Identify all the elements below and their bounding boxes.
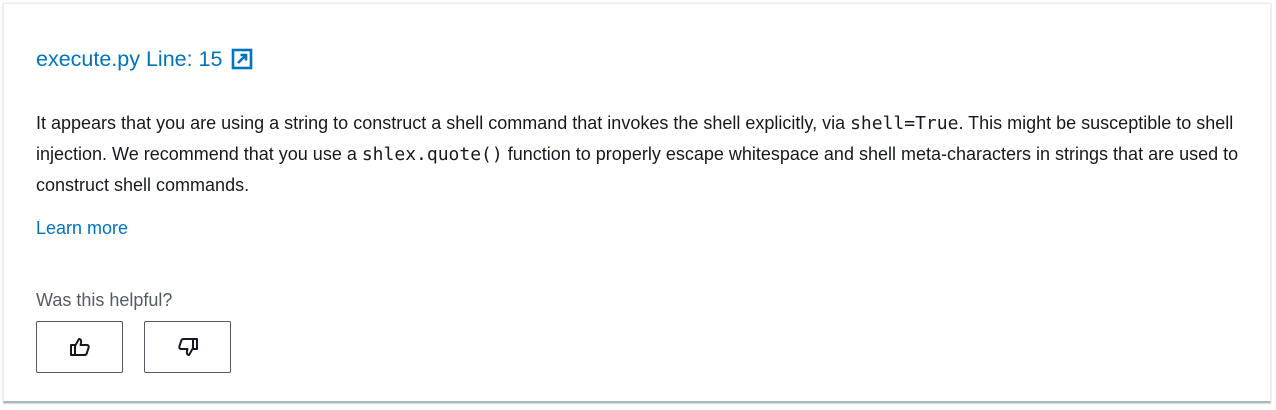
- finding-description: It appears that you are using a string t…: [36, 108, 1246, 201]
- finding-title-link[interactable]: execute.py Line: 15: [36, 45, 253, 73]
- thumbs-down-button[interactable]: [144, 321, 231, 373]
- finding-title: execute.py Line: 15: [36, 47, 223, 71]
- helpful-question: Was this helpful?: [36, 290, 173, 310]
- thumbs-down-icon: [177, 336, 199, 358]
- thumbs-up-button[interactable]: [36, 321, 123, 373]
- code-shell-true: shell=True: [850, 113, 959, 134]
- description-text-1: It appears that you are using a string t…: [36, 113, 851, 133]
- thumbs-up-icon: [69, 336, 91, 358]
- finding-card: execute.py Line: 15 It appears that you …: [3, 3, 1271, 403]
- code-shlex-quote: shlex.quote(): [361, 144, 503, 165]
- learn-more-link[interactable]: Learn more: [36, 215, 128, 241]
- external-link-icon: [231, 48, 253, 70]
